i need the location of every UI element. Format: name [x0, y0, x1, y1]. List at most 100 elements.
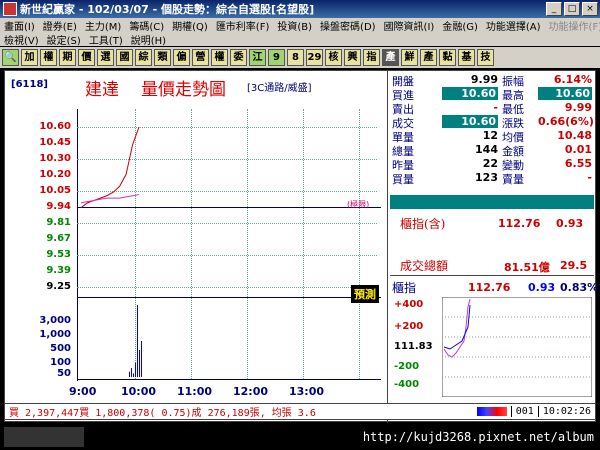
toolbar-button[interactable]: 權	[40, 49, 57, 66]
quote-value: -	[587, 171, 592, 184]
toolbar-button[interactable]: 核	[325, 49, 342, 66]
predict-button[interactable]: 預測	[351, 285, 379, 303]
total-change: 29.5	[560, 259, 588, 272]
title-bar: 新世紀贏家 - 102/03/07 - 個股走勢：綜合自選股[名望股] _ □ …	[0, 0, 600, 18]
volume-bar	[139, 350, 140, 377]
menu-global-info[interactable]: 國際資訊(I)	[380, 18, 439, 33]
volume-bar	[129, 371, 130, 377]
toolbar-button[interactable]: 產	[420, 49, 437, 66]
toolbar-button[interactable]: 基	[458, 49, 475, 66]
mini-tick: 111.83	[394, 341, 433, 352]
price-line-chart	[80, 126, 142, 377]
toolbar-button[interactable]: 黏	[439, 49, 456, 66]
window-title: 新世紀贏家 - 102/03/07 - 個股走勢：綜合自選股[名望股]	[20, 3, 315, 16]
volume-bar	[135, 362, 136, 377]
time-tick: 12:00	[233, 385, 269, 398]
menu-screen[interactable]: 畫面(I)	[0, 18, 39, 33]
toolbar-button[interactable]: 8	[287, 49, 304, 66]
toolbar: 🔍 加 權 期 價 選 國 綜 類 偏 營 權 委 江 9 8 29 核 興 指…	[0, 47, 600, 68]
menu-settings[interactable]: 設定(S)	[43, 32, 85, 47]
close-button[interactable]: ×	[582, 2, 598, 16]
mini-tick: +200	[394, 321, 424, 332]
mini-chart-frame	[442, 297, 592, 397]
menu-tools[interactable]: 工具(T)	[85, 32, 127, 47]
quote-value: 0.66(6%)	[538, 115, 594, 128]
menu-main-force[interactable]: 主力(M)	[81, 18, 125, 33]
quote-value: 9.99	[470, 73, 498, 86]
quote-value: 123	[475, 171, 498, 184]
toolbar-button[interactable]: 29	[306, 49, 323, 66]
quote-value: 9.99	[564, 101, 592, 114]
search-icon[interactable]: 🔍	[2, 49, 19, 66]
time-tick: 9:00	[69, 385, 97, 398]
mini-tick: -200	[394, 361, 420, 372]
menu-trading-code[interactable]: 操盤密碼(D)	[316, 18, 380, 33]
menu-fx-rates[interactable]: 匯市利率(F)	[212, 18, 274, 33]
toolbar-button[interactable]: 技	[477, 49, 494, 66]
toolbar-button[interactable]: 9	[268, 49, 285, 66]
time-tick: 11:00	[177, 385, 213, 398]
volume-bar	[133, 373, 134, 377]
toolbar-button[interactable]: 營	[192, 49, 209, 66]
mini-index-label: 櫃指	[392, 281, 417, 295]
volume-bar	[131, 368, 132, 377]
menu-securities[interactable]: 證券(E)	[39, 18, 81, 33]
toolbar-button[interactable]: 委	[230, 49, 247, 66]
quote-label: 買量	[392, 173, 414, 186]
toolbar-button[interactable]: 偏	[173, 49, 190, 66]
toolbar-button[interactable]: 產	[382, 49, 399, 66]
quote-label: 賣量	[502, 173, 524, 186]
menu-bar-secondary: 檢視(V) 設定(S) 工具(T) 說明(H)	[0, 32, 600, 47]
index-change: 0.93	[556, 217, 584, 230]
footer-url: http://kujd3268.pixnet.net/album	[362, 430, 594, 444]
code-box[interactable]: 001	[510, 406, 538, 417]
main-panel: [6118] 建達 量價走勢圖 [3C通路/威盛] 10.60 10.45 10…	[4, 70, 599, 423]
menu-help[interactable]: 說明(H)	[127, 32, 170, 47]
status-message: 買 2,397,447買 1,800,378( 0.75)成 276,189張,…	[9, 408, 316, 419]
maximize-button[interactable]: □	[564, 2, 580, 16]
quote-value: 10.48	[557, 129, 592, 142]
toolbar-button[interactable]: 期	[59, 49, 76, 66]
price-series-1	[80, 194, 140, 204]
toolbar-button[interactable]: 權	[211, 49, 228, 66]
toolbar-button[interactable]: 選	[97, 49, 114, 66]
toolbar-button[interactable]: 價	[78, 49, 95, 66]
quote-value: -	[493, 101, 498, 114]
index-label: 櫃指(含)	[400, 217, 446, 231]
price-volume-chart[interactable]: [6118] 建達 量價走勢圖 [3C通路/威盛] 10.60 10.45 10…	[5, 71, 387, 423]
menu-view[interactable]: 檢視(V)	[0, 32, 43, 47]
toolbar-button[interactable]: 指	[363, 49, 380, 66]
toolbar-button[interactable]: 江	[249, 49, 266, 66]
menu-function-ops[interactable]: 功能操作(F)	[545, 18, 600, 33]
quote-value: 0.01	[564, 143, 592, 156]
menu-chips[interactable]: 籌碼(C)	[125, 18, 168, 33]
quote-value: 10.60	[538, 87, 592, 100]
toolbar-button[interactable]: 類	[154, 49, 171, 66]
toolbar-button[interactable]: 鮮	[401, 49, 418, 66]
quote-value: 10.60	[442, 115, 498, 128]
quote-value: 6.55	[564, 157, 592, 170]
total-value: 81.51億	[504, 261, 550, 274]
minimize-button[interactable]: _	[546, 2, 562, 16]
start-button[interactable]	[4, 427, 84, 447]
menu-function-select[interactable]: 功能選擇(A)	[482, 18, 545, 33]
menu-finance[interactable]: 金融(G)	[438, 18, 482, 33]
toolbar-button[interactable]: 綜	[135, 49, 152, 66]
volume-bar	[141, 341, 142, 377]
quote-value: 144	[475, 143, 498, 156]
divider	[390, 275, 594, 276]
quote-panel: 開盤 9.99 振幅 6.14% 買進 10.60 最高 10.60 賣出 - 最低 9.99 成交 10…	[387, 71, 599, 423]
color-legend-icon	[476, 407, 507, 416]
toolbar-button[interactable]: 興	[344, 49, 361, 66]
price-series-0	[80, 126, 140, 208]
menu-futures[interactable]: 期權(Q)	[168, 18, 212, 33]
quote-value: 12	[482, 129, 498, 142]
toolbar-button[interactable]: 加	[21, 49, 38, 66]
mini-index-pct: 0.83%	[560, 281, 599, 294]
footer: http://kujd3268.pixnet.net/album	[0, 424, 600, 450]
mini-tick: +400	[394, 299, 424, 310]
index-value: 112.76	[498, 217, 541, 230]
toolbar-button[interactable]: 國	[116, 49, 133, 66]
total-label: 成交總額	[400, 259, 449, 273]
menu-investment[interactable]: 投資(B)	[273, 18, 316, 33]
